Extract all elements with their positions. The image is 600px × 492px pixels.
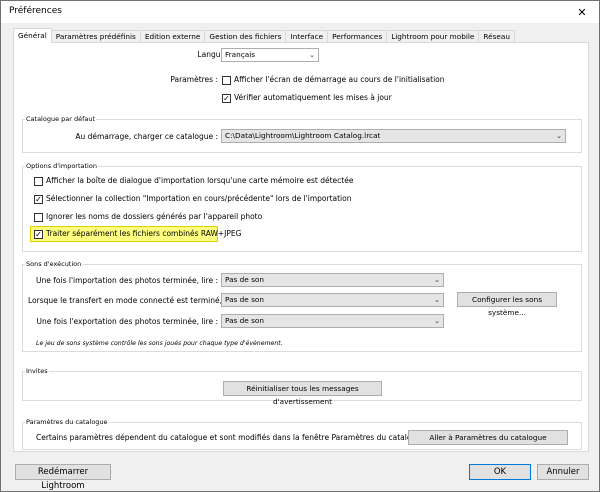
check-updates-label: Vérifier automatiquement les mises à jou… bbox=[234, 93, 392, 102]
select-collection-checkbox[interactable]: ✓ bbox=[34, 195, 43, 204]
import-dialog-checkbox[interactable] bbox=[34, 177, 43, 186]
goto-catalog-settings-button[interactable]: Aller à Paramètres du catalogue bbox=[408, 430, 568, 445]
ok-button[interactable]: OK bbox=[469, 464, 531, 480]
chevron-down-icon: ⌄ bbox=[434, 276, 440, 284]
raw-jpeg-label: Traiter séparément les fichiers combinés… bbox=[46, 229, 242, 238]
window-title: Préférences bbox=[9, 6, 62, 16]
tether-sound-select[interactable]: Pas de son ⌄ bbox=[221, 293, 444, 307]
import-options-group-title: Options d'importation bbox=[25, 162, 98, 170]
export-sound-label: Une fois l'exportation des photos termin… bbox=[36, 317, 218, 326]
completion-sounds-group-title: Sons d'exécution bbox=[25, 260, 83, 268]
tab-general[interactable]: Général bbox=[13, 28, 52, 43]
import-sound-select[interactable]: Pas de son ⌄ bbox=[221, 273, 444, 287]
restart-lightroom-button[interactable]: Redémarrer Lightroom bbox=[15, 464, 111, 491]
startup-catalog-value: C:\Data\Lightroom\Lightroom Catalog.lrca… bbox=[225, 131, 381, 140]
language-select[interactable]: Français ⌄ bbox=[221, 48, 319, 62]
configure-sounds-button[interactable]: Configurer les sons système... bbox=[457, 292, 557, 317]
chevron-down-icon: ⌄ bbox=[309, 51, 315, 59]
select-collection-label: Sélectionner la collection "Importation … bbox=[46, 194, 352, 203]
tether-sound-value: Pas de son bbox=[225, 295, 264, 304]
import-dialog-label: Afficher la boîte de dialogue d'importat… bbox=[46, 176, 354, 185]
ignore-folder-names-label: Ignorer les noms de dossiers générés par… bbox=[46, 212, 263, 221]
show-splash-label: Afficher l'écran de démarrage au cours d… bbox=[234, 75, 445, 84]
import-sound-label: Une fois l'importation des photos termin… bbox=[36, 276, 218, 285]
sounds-note: Le jeu de sons système contrôle les sons… bbox=[36, 340, 283, 347]
preferences-window: Préférences ✕ Général Paramètres prédéfi… bbox=[0, 0, 600, 492]
prompts-group-title: Invites bbox=[25, 367, 49, 375]
startup-catalog-select[interactable]: C:\Data\Lightroom\Lightroom Catalog.lrca… bbox=[221, 129, 566, 143]
export-sound-select[interactable]: Pas de son ⌄ bbox=[221, 314, 444, 328]
params-label: Paramètres : bbox=[170, 75, 218, 84]
language-label: Langue : bbox=[197, 50, 230, 59]
cancel-button[interactable]: Annuler bbox=[537, 464, 589, 480]
check-updates-checkbox[interactable]: ✓ bbox=[222, 94, 231, 103]
startup-catalog-label: Au démarrage, charger ce catalogue : bbox=[75, 132, 218, 141]
tether-sound-label: Lorsque le transfert en mode connecté es… bbox=[28, 296, 241, 305]
reset-warnings-button[interactable]: Réinitialiser tous les messages d'averti… bbox=[223, 381, 382, 406]
export-sound-value: Pas de son bbox=[225, 316, 264, 325]
language-value: Français bbox=[225, 50, 256, 59]
chevron-down-icon: ⌄ bbox=[434, 317, 440, 325]
general-tab-panel: Langue : Français ⌄ Paramètres : Affiche… bbox=[13, 42, 589, 452]
chevron-down-icon: ⌄ bbox=[434, 296, 440, 304]
show-splash-checkbox[interactable] bbox=[222, 76, 231, 85]
catalog-settings-group-title: Paramètres du catalogue bbox=[25, 418, 109, 426]
close-icon[interactable]: ✕ bbox=[567, 1, 597, 23]
import-sound-value: Pas de son bbox=[225, 275, 264, 284]
catalog-settings-text: Certains paramètres dépendent du catalog… bbox=[36, 433, 428, 442]
chevron-down-icon: ⌄ bbox=[556, 132, 562, 140]
raw-jpeg-checkbox[interactable]: ✓ bbox=[34, 230, 43, 239]
default-catalog-group-title: Catalogue par défaut bbox=[25, 115, 97, 123]
tab-strip: Général Paramètres prédéfinis Edition ex… bbox=[13, 28, 516, 43]
ignore-folder-names-checkbox[interactable] bbox=[34, 213, 43, 222]
title-bar: Préférences ✕ bbox=[1, 1, 599, 23]
